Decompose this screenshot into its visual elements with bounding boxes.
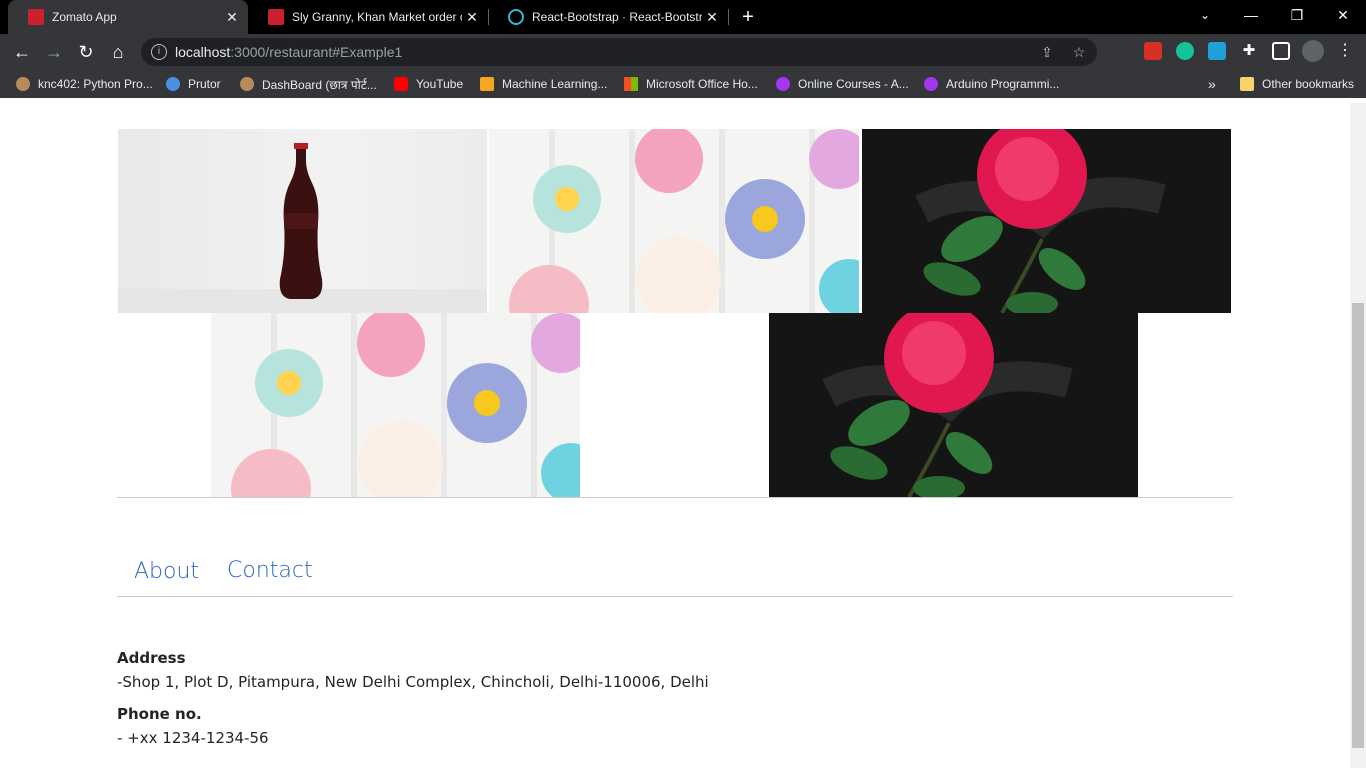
bookmark-label: Other bookmarks	[1262, 77, 1355, 91]
bookmark-favicon-icon	[480, 77, 494, 91]
bookmark-favicon-icon	[166, 77, 180, 91]
restore-icon[interactable]: ❐	[1274, 0, 1320, 30]
extensions-puzzle-icon[interactable]: ✚	[1240, 42, 1258, 60]
cupcakes-illustration	[509, 129, 859, 313]
bookmark-item[interactable]: Arduino Programmi...	[924, 75, 1059, 93]
udemy-icon	[924, 77, 938, 91]
cupcakes-illustration	[231, 313, 580, 497]
new-tab-icon[interactable]: +	[738, 5, 758, 29]
bookmark-item[interactable]: Machine Learning...	[480, 75, 607, 93]
close-tab-icon[interactable]: ✕	[462, 9, 482, 26]
page-scrollbar[interactable]	[1350, 103, 1366, 768]
tab-react-bootstrap[interactable]: React-Bootstrap · React-Bootstrap ✕	[488, 0, 728, 34]
page-content: About Contact Address -Shop 1, Plot D, P…	[0, 103, 1350, 768]
gallery-image-rose-2[interactable]	[769, 313, 1138, 497]
bookmark-item[interactable]: Microsoft Office Ho...	[624, 75, 758, 93]
share-icon[interactable]: ⇪	[1037, 42, 1057, 62]
url-text[interactable]: localhost:3000/restaurant#Example1	[175, 44, 402, 60]
bookmark-item[interactable]: YouTube	[394, 75, 463, 93]
microsoft-icon	[624, 77, 638, 91]
bookmarks-bar: knc402: Python Pro... Prutor DashBoard (…	[0, 70, 1366, 98]
more-bookmarks-icon[interactable]: »	[1208, 75, 1216, 93]
forward-icon[interactable]: →	[42, 40, 66, 64]
address-bar[interactable]: i localhost:3000/restaurant#Example1 ⇪ ☆	[141, 38, 1097, 66]
tab-about[interactable]: About	[134, 559, 199, 584]
zomato-favicon-icon	[268, 9, 284, 25]
phone-label: Phone no.	[117, 705, 202, 723]
browser-tab-strip: Zomato App ✕ Sly Granny, Khan Market ord…	[0, 0, 1366, 34]
gallery-image-cupcakes-2[interactable]	[211, 313, 580, 497]
other-bookmarks-folder[interactable]: Other bookmarks	[1240, 75, 1354, 93]
close-window-icon[interactable]: ✕	[1320, 0, 1366, 30]
folder-icon	[1240, 77, 1254, 91]
rose-illustration	[862, 129, 1231, 313]
zomato-favicon-icon	[28, 9, 44, 25]
youtube-icon	[394, 77, 408, 91]
tab-title: Zomato App	[52, 10, 117, 24]
minimize-icon[interactable]: —	[1228, 0, 1274, 30]
bookmark-label: YouTube	[416, 77, 464, 91]
bookmark-item[interactable]: Prutor	[166, 75, 221, 93]
gallery-image-cupcakes[interactable]	[489, 129, 859, 313]
site-info-icon[interactable]: i	[151, 44, 167, 60]
tab-zomato-app[interactable]: Zomato App ✕	[8, 0, 248, 34]
grammarly-icon[interactable]	[1176, 42, 1194, 60]
bookmark-favicon-icon	[240, 77, 254, 91]
phone-value: - +xx 1234-1234-56	[117, 729, 269, 747]
bookmark-favicon-icon	[16, 77, 30, 91]
bookmark-item[interactable]: knc402: Python Pro...	[16, 75, 153, 93]
close-tab-icon[interactable]: ✕	[222, 9, 242, 26]
gallery-image-rose[interactable]	[862, 129, 1231, 313]
bookmark-label: Prutor	[188, 77, 221, 91]
rose-illustration	[769, 313, 1138, 497]
react-favicon-icon	[508, 9, 524, 25]
bookmark-label: Arduino Programmi...	[946, 77, 1060, 91]
bookmark-label: knc402: Python Pro...	[38, 77, 153, 91]
extension-icon[interactable]	[1208, 42, 1226, 60]
home-icon[interactable]: ⌂	[106, 40, 130, 64]
info-tabs: About Contact	[117, 543, 1233, 597]
bookmark-item[interactable]: DashBoard (छात्र पोर्ट...	[240, 75, 377, 93]
menu-kebab-icon[interactable]: ⋮	[1336, 42, 1354, 60]
gallery-image-coke[interactable]	[118, 129, 487, 313]
extension-icon[interactable]	[1144, 42, 1162, 60]
udemy-icon	[776, 77, 790, 91]
back-icon[interactable]: ←	[10, 40, 34, 64]
url-host: localhost	[175, 44, 231, 60]
browser-toolbar: ← → ↻ ⌂ i localhost:3000/restaurant#Exam…	[0, 34, 1366, 70]
scrollbar-thumb[interactable]	[1352, 303, 1364, 748]
address-value: -Shop 1, Plot D, Pitampura, New Delhi Co…	[117, 673, 709, 691]
tab-sly-granny[interactable]: Sly Granny, Khan Market order o ✕	[248, 0, 488, 34]
side-panel-icon[interactable]	[1272, 42, 1290, 60]
bookmark-label: Machine Learning...	[502, 77, 608, 91]
close-tab-icon[interactable]: ✕	[702, 9, 722, 26]
bookmark-star-icon[interactable]: ☆	[1069, 42, 1089, 62]
tab-contact[interactable]: Contact	[227, 558, 313, 583]
url-path: :3000/restaurant#Example1	[230, 44, 403, 60]
bookmark-label: Microsoft Office Ho...	[646, 77, 758, 91]
bookmark-item[interactable]: Online Courses - A...	[776, 75, 909, 93]
avatar[interactable]	[1302, 40, 1324, 62]
coke-bottle-illustration	[118, 143, 487, 313]
address-label: Address	[117, 649, 186, 667]
reload-icon[interactable]: ↻	[74, 40, 98, 64]
tab-separator	[728, 9, 729, 25]
tab-title: Sly Granny, Khan Market order o	[292, 10, 462, 24]
bookmark-label: Online Courses - A...	[798, 77, 909, 91]
bookmark-label: DashBoard (छात्र पोर्ट...	[262, 77, 377, 92]
tab-title: React-Bootstrap · React-Bootstrap	[532, 10, 702, 24]
gallery-divider	[117, 497, 1233, 498]
tab-search-icon[interactable]: ⌄	[1182, 0, 1228, 30]
